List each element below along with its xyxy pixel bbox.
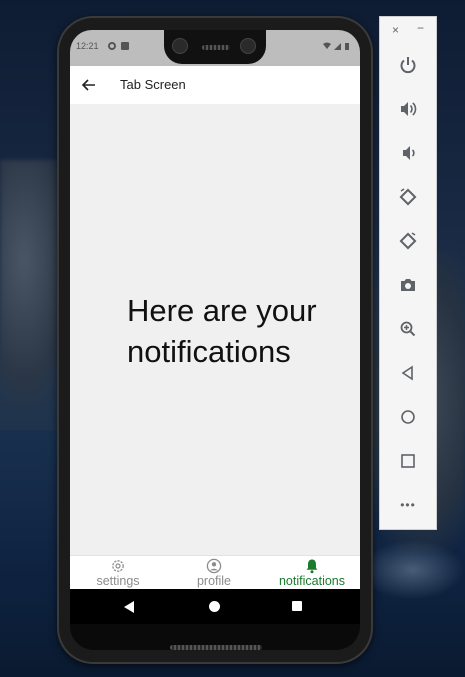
power-icon[interactable] xyxy=(394,51,422,79)
nav-home-icon[interactable] xyxy=(209,601,220,612)
status-bar: 12:21 xyxy=(70,30,360,66)
back-arrow-icon[interactable] xyxy=(78,74,100,96)
camera-notch xyxy=(164,30,266,64)
emulator-toolbar: × − ••• xyxy=(379,16,437,530)
volume-down-icon[interactable] xyxy=(394,139,422,167)
rotate-left-icon[interactable] xyxy=(394,183,422,211)
tab-profile[interactable]: profile xyxy=(166,556,262,590)
back-icon[interactable] xyxy=(394,359,422,387)
bell-icon xyxy=(304,558,320,574)
sd-card-icon xyxy=(121,42,129,50)
status-time: 12:21 xyxy=(76,41,99,51)
zoom-icon[interactable] xyxy=(394,315,422,343)
close-icon[interactable]: × xyxy=(392,23,399,37)
notifications-message: Here are your notifications xyxy=(127,293,317,369)
home-icon[interactable] xyxy=(394,403,422,431)
device-screen: 12:21 Tab Screen Here are your notificat… xyxy=(70,30,360,624)
bottom-speaker-grille xyxy=(170,645,262,650)
minimize-icon[interactable]: − xyxy=(417,21,424,35)
nav-back-icon[interactable] xyxy=(124,601,134,613)
wifi-signal-battery-icon xyxy=(323,42,349,50)
desktop-wallpaper-foam xyxy=(360,540,465,600)
status-right-icons xyxy=(322,41,352,53)
nav-recents-icon[interactable] xyxy=(292,601,302,611)
page-title: Tab Screen xyxy=(120,77,186,92)
gear-icon xyxy=(110,558,126,574)
more-icon[interactable]: ••• xyxy=(394,491,422,519)
bottom-tab-bar: settings profile notifications xyxy=(70,555,360,590)
tab-label-settings: settings xyxy=(96,574,140,588)
account-circle-icon xyxy=(206,558,222,574)
app-bar: Tab Screen xyxy=(70,66,360,104)
earpiece-speaker xyxy=(202,45,230,50)
front-camera-icon xyxy=(172,38,188,54)
tab-content: Here are your notifications xyxy=(70,104,360,555)
volume-up-icon[interactable] xyxy=(394,95,422,123)
tab-notifications[interactable]: notifications xyxy=(264,556,360,590)
camera-icon[interactable] xyxy=(394,271,422,299)
overview-icon[interactable] xyxy=(394,447,422,475)
tab-label-profile: profile xyxy=(196,574,232,588)
status-notification-icon xyxy=(108,42,116,50)
front-camera-icon xyxy=(240,38,256,54)
tab-label-notifications: notifications xyxy=(278,574,345,588)
rotate-right-icon[interactable] xyxy=(394,227,422,255)
system-nav-bar xyxy=(70,589,360,624)
tab-settings[interactable]: settings xyxy=(70,556,166,590)
